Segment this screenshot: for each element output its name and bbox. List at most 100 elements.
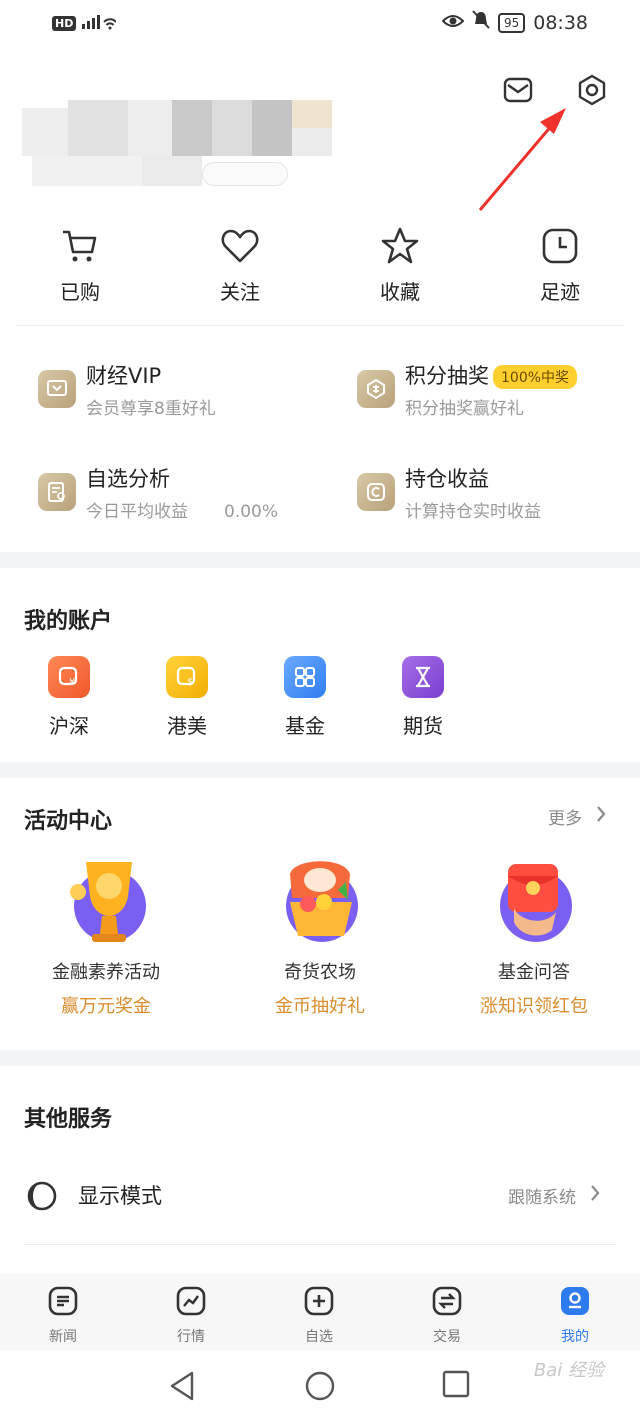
account-shsz[interactable]: ¥ 沪深 [24, 656, 114, 739]
blur-block [32, 156, 142, 186]
display-mode-row[interactable]: 显示模式 跟随系统 [0, 1168, 640, 1228]
activity-title: 金融素养活动 [52, 962, 160, 983]
display-mode-label: 显示模式 [78, 1184, 162, 1208]
svg-text:$: $ [187, 677, 193, 688]
activity-finance[interactable]: 金融素养活动 赢万元奖金 [6, 852, 206, 1018]
feature-subtitle: 今日平均收益 0.00% [86, 497, 278, 522]
blur-block [172, 100, 212, 156]
user-profile-blurred[interactable] [22, 100, 342, 190]
quick-label: 收藏 [380, 280, 420, 304]
tab-label: 交易 [433, 1329, 461, 1345]
blur-block [22, 108, 68, 156]
section-gap [0, 1050, 640, 1066]
quick-label: 足迹 [540, 280, 580, 304]
shsz-icon: ¥ [48, 656, 90, 698]
tab-label: 自选 [305, 1329, 333, 1345]
cart-icon [20, 222, 140, 270]
feature-vip[interactable]: 财经VIP 会员尊享8重好礼 [38, 360, 318, 430]
feature-subtitle-text: 今日平均收益 [86, 502, 188, 522]
blur-block [128, 100, 172, 156]
battery-icon: 95 [497, 12, 526, 33]
section-gap [0, 762, 640, 778]
tab-market[interactable]: 行情 [151, 1284, 231, 1346]
quick-label: 已购 [60, 280, 100, 304]
futures-icon [402, 656, 444, 698]
quick-actions: 已购 关注 收藏 足迹 [0, 222, 640, 322]
quick-favorites[interactable]: 收藏 [340, 222, 460, 305]
blur-block [292, 100, 332, 128]
farm-icon [272, 852, 368, 948]
quick-history[interactable]: 足迹 [500, 222, 620, 305]
hd-badge: HD [52, 15, 77, 31]
star-icon [340, 222, 460, 270]
blur-block [212, 100, 252, 156]
back-icon[interactable] [168, 1370, 198, 1406]
clock-icon [500, 222, 620, 270]
account-fund[interactable]: 基金 [260, 656, 350, 739]
average-return-value: 0.00% [224, 502, 279, 522]
holdings-icon [357, 473, 395, 511]
tab-trade[interactable]: 交易 [407, 1284, 487, 1346]
activities-title: 活动中心 [24, 809, 113, 834]
hkus-icon: $ [166, 656, 208, 698]
divider [16, 325, 624, 326]
status-left: HD [52, 12, 118, 34]
clock-time: 08:38 [533, 11, 588, 34]
account-futures[interactable]: 期货 [378, 656, 468, 739]
annotation-arrow [478, 108, 566, 211]
feature-title: 持仓收益 [405, 467, 489, 491]
tab-label: 新闻 [49, 1329, 77, 1345]
chevron-right-icon [590, 1184, 600, 1207]
activity-farm[interactable]: 奇货农场 金币抽好礼 [220, 852, 420, 1018]
activity-title: 奇货农场 [284, 962, 356, 983]
blur-block [252, 100, 292, 156]
feature-subtitle: 计算持仓实时收益 [405, 502, 541, 522]
activity-fund-qa[interactable]: 基金问答 涨知识领红包 [434, 852, 634, 1018]
fund-icon [284, 656, 326, 698]
signal-icon [82, 12, 118, 34]
heart-icon [180, 222, 300, 270]
contrast-icon [26, 1180, 58, 1216]
display-mode-value-wrap: 跟随系统 [508, 1183, 600, 1208]
tab-news[interactable]: 新闻 [23, 1284, 103, 1346]
more-link[interactable]: 更多 [548, 804, 606, 829]
divider [24, 1244, 616, 1245]
tab-label: 我的 [561, 1329, 589, 1345]
home-icon[interactable] [304, 1370, 336, 1406]
activity-subtitle: 涨知识领红包 [480, 996, 588, 1017]
activity-subtitle: 赢万元奖金 [61, 996, 151, 1017]
feature-holdings[interactable]: 持仓收益 计算持仓实时收益 [357, 463, 637, 533]
chevron-right-icon [596, 805, 606, 828]
more-label: 更多 [548, 809, 582, 829]
account-label: 港美 [167, 714, 207, 738]
analysis-icon [38, 473, 76, 511]
activity-title: 基金问答 [498, 962, 570, 983]
blur-block [202, 162, 288, 186]
feature-title: 财经VIP [86, 364, 162, 388]
feature-lottery[interactable]: 积分抽奖 100%中奖 积分抽奖赢好礼 [357, 360, 637, 430]
vip-icon [38, 370, 76, 408]
quick-follow[interactable]: 关注 [180, 222, 300, 305]
eye-icon [441, 12, 465, 34]
feature-analysis[interactable]: 自选分析 今日平均收益 0.00% [38, 463, 318, 533]
activity-subtitle: 金币抽好礼 [275, 996, 365, 1017]
feature-subtitle: 积分抽奖赢好礼 [405, 399, 524, 419]
feature-title-text: 积分抽奖 [405, 364, 489, 388]
tab-profile[interactable]: 我的 [535, 1284, 615, 1346]
recents-icon[interactable] [442, 1370, 470, 1402]
red-packet-icon [486, 852, 582, 948]
feature-title: 积分抽奖 100%中奖 [405, 360, 578, 390]
status-bar: HD 95 08:38 [0, 0, 640, 48]
watermark-logo: Bai 经验 [533, 1360, 604, 1381]
account-hkus[interactable]: $ 港美 [142, 656, 232, 739]
win-badge: 100%中奖 [493, 365, 578, 389]
display-mode-value: 跟随系统 [508, 1188, 576, 1208]
tab-watchlist[interactable]: 自选 [279, 1284, 359, 1346]
tab-label: 行情 [177, 1329, 205, 1345]
blur-block [292, 128, 332, 156]
accounts-title: 我的账户 [24, 609, 113, 634]
add-icon [279, 1284, 359, 1318]
profile-icon [535, 1284, 615, 1318]
section-gap [0, 552, 640, 568]
quick-purchased[interactable]: 已购 [20, 222, 140, 305]
